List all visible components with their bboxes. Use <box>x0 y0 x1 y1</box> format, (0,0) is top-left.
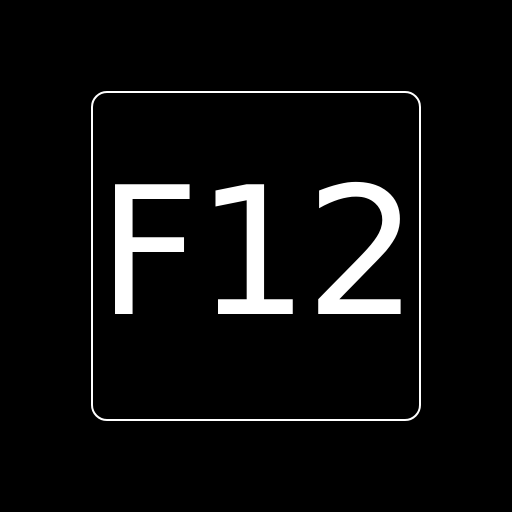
key-label: F12 <box>97 149 419 356</box>
f12-key-icon: F12 <box>91 91 421 421</box>
canvas: F12 <box>0 0 512 512</box>
